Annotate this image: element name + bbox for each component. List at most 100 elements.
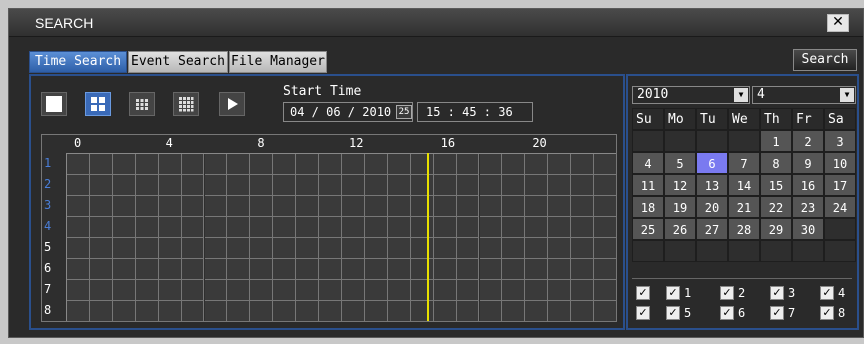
channel-checkbox[interactable]: ✓ <box>720 306 734 320</box>
time-marker[interactable] <box>427 153 430 321</box>
calendar-day[interactable]: 9 <box>792 152 824 174</box>
timeline-cell[interactable] <box>204 238 228 259</box>
timeline-cell[interactable] <box>273 175 297 196</box>
timeline-cell[interactable] <box>525 238 549 259</box>
timeline-cell[interactable] <box>433 217 457 238</box>
calendar-day[interactable]: 21 <box>728 196 760 218</box>
timeline-cell[interactable] <box>433 238 457 259</box>
timeline-cell[interactable] <box>502 238 526 259</box>
timeline-cell[interactable] <box>227 301 251 322</box>
timeline-cell[interactable] <box>479 196 503 217</box>
timeline-cell[interactable] <box>571 280 595 301</box>
tab-event-search[interactable]: Event Search <box>128 51 228 73</box>
calendar-day[interactable]: 20 <box>696 196 728 218</box>
timeline-cell[interactable] <box>158 196 182 217</box>
timeline-cell[interactable] <box>548 301 572 322</box>
timeline-cell[interactable] <box>112 238 136 259</box>
calendar-day[interactable]: 8 <box>760 152 792 174</box>
timeline-cell[interactable] <box>319 238 342 259</box>
timeline-cell[interactable] <box>204 301 228 322</box>
timeline-cell[interactable] <box>342 301 365 322</box>
timeline-cell[interactable] <box>135 154 159 175</box>
timeline-cell[interactable] <box>571 238 595 259</box>
channel-checkbox[interactable]: ✓ <box>770 306 784 320</box>
timeline-cell[interactable] <box>135 217 159 238</box>
start-date-field[interactable]: 04 / 06 / 2010 25 <box>283 102 413 122</box>
calendar-day[interactable]: 2 <box>792 130 824 152</box>
calendar-day[interactable]: 25 <box>632 218 664 240</box>
timeline-cell[interactable] <box>158 280 182 301</box>
timeline-cell[interactable] <box>227 238 251 259</box>
timeline-cell[interactable] <box>525 217 549 238</box>
timeline-cell[interactable] <box>227 196 251 217</box>
timeline-cell[interactable] <box>250 280 274 301</box>
channel-checkbox[interactable]: ✓ <box>636 286 650 300</box>
timeline-cell[interactable] <box>181 259 205 280</box>
timeline-cell[interactable] <box>181 217 205 238</box>
timeline-cell[interactable] <box>387 154 411 175</box>
calendar-day[interactable]: 3 <box>824 130 856 152</box>
timeline-cell[interactable] <box>112 217 136 238</box>
tab-file-manager[interactable]: File Manager <box>229 51 327 73</box>
timeline-cell[interactable] <box>594 280 617 301</box>
timeline-cell[interactable] <box>296 196 320 217</box>
timeline-cell[interactable] <box>410 217 434 238</box>
timeline-cell[interactable] <box>571 259 595 280</box>
timeline-cell[interactable] <box>594 217 617 238</box>
timeline-cell[interactable] <box>548 259 572 280</box>
timeline-cell[interactable] <box>342 196 365 217</box>
timeline-cell[interactable] <box>89 259 113 280</box>
timeline-cell[interactable] <box>227 175 251 196</box>
timeline-cell[interactable] <box>364 175 388 196</box>
timeline-cell[interactable] <box>387 280 411 301</box>
start-time-field[interactable]: 15 : 45 : 36 <box>417 102 533 122</box>
channel-checkbox[interactable]: ✓ <box>636 306 650 320</box>
timeline-cell[interactable] <box>410 259 434 280</box>
timeline-cell[interactable] <box>548 175 572 196</box>
timeline-cell[interactable] <box>112 196 136 217</box>
timeline-cell[interactable] <box>456 280 480 301</box>
calendar-day[interactable]: 26 <box>664 218 696 240</box>
search-button[interactable]: Search <box>793 49 857 71</box>
timeline-cell[interactable] <box>594 259 617 280</box>
timeline-cell[interactable] <box>296 154 320 175</box>
timeline-cell[interactable] <box>342 238 365 259</box>
timeline-cell[interactable] <box>319 154 342 175</box>
timeline-cell[interactable] <box>479 154 503 175</box>
timeline-cell[interactable] <box>387 196 411 217</box>
timeline-cell[interactable] <box>548 280 572 301</box>
calendar-day[interactable]: 14 <box>728 174 760 196</box>
timeline-cell[interactable] <box>594 175 617 196</box>
timeline-cell[interactable] <box>594 238 617 259</box>
nine-view-button[interactable] <box>129 92 155 116</box>
timeline-cell[interactable] <box>135 238 159 259</box>
timeline-cell[interactable] <box>112 259 136 280</box>
timeline-cell[interactable] <box>342 259 365 280</box>
timeline-cell[interactable] <box>456 196 480 217</box>
timeline-cell[interactable] <box>319 259 342 280</box>
timeline-cell[interactable] <box>319 280 342 301</box>
timeline-cell[interactable] <box>548 196 572 217</box>
timeline-cell[interactable] <box>364 217 388 238</box>
timeline-cell[interactable] <box>456 154 480 175</box>
timeline-cell[interactable] <box>158 238 182 259</box>
timeline-cell[interactable] <box>525 175 549 196</box>
timeline-cell[interactable] <box>364 196 388 217</box>
timeline-cell[interactable] <box>135 280 159 301</box>
timeline-cell[interactable] <box>204 280 228 301</box>
timeline-cell[interactable] <box>158 259 182 280</box>
timeline-cell[interactable] <box>594 196 617 217</box>
timeline-cell[interactable] <box>342 175 365 196</box>
calendar-day[interactable]: 12 <box>664 174 696 196</box>
timeline-cell[interactable] <box>502 196 526 217</box>
timeline-cell[interactable] <box>433 301 457 322</box>
timeline-cell[interactable] <box>364 238 388 259</box>
timeline-cell[interactable] <box>525 301 549 322</box>
timeline-cell[interactable] <box>594 301 617 322</box>
timeline-cell[interactable] <box>319 196 342 217</box>
timeline-cell[interactable] <box>67 280 90 301</box>
timeline-cell[interactable] <box>525 280 549 301</box>
timeline-cell[interactable] <box>364 280 388 301</box>
calendar-day[interactable]: 28 <box>728 218 760 240</box>
calendar-icon[interactable]: 25 <box>396 105 412 119</box>
